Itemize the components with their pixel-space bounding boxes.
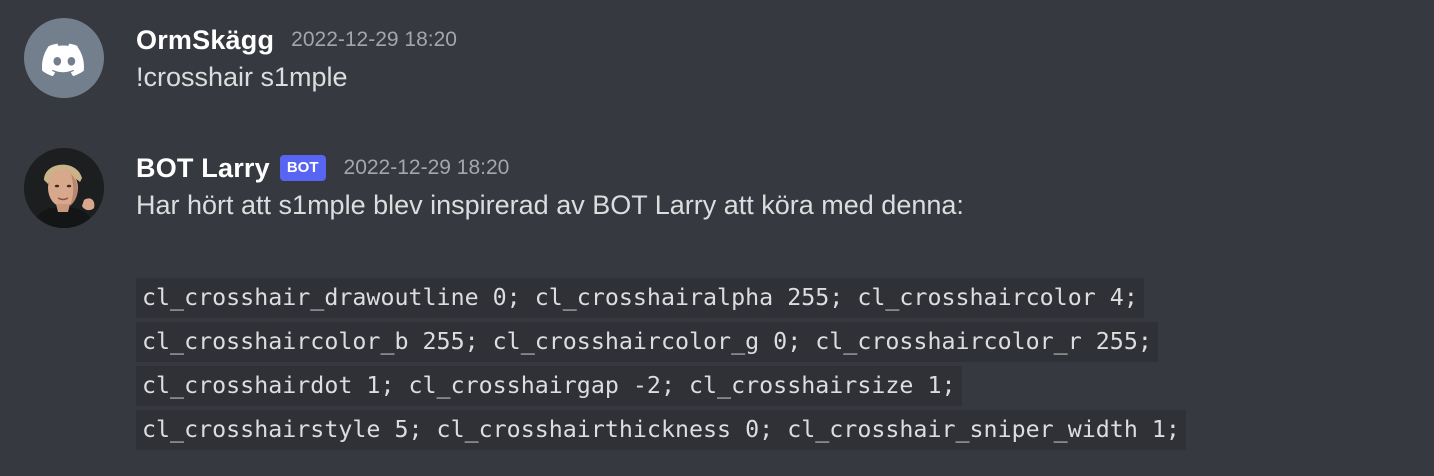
message-content: Har hört att s1mple blev inspirerad av B… xyxy=(136,190,964,220)
code-line: cl_crosshaircolor_b 255; cl_crosshaircol… xyxy=(136,322,1158,362)
message-content: !crosshair s1mple xyxy=(136,62,348,92)
timestamp[interactable]: 2022-12-29 18:20 xyxy=(291,28,457,52)
code-line: cl_crosshairdot 1; cl_crosshairgap -2; c… xyxy=(136,366,962,406)
user-photo-avatar xyxy=(24,148,104,228)
avatar[interactable] xyxy=(24,148,104,228)
message-header: BOT Larry BOT 2022-12-29 18:20 xyxy=(136,148,509,188)
bot-badge: BOT xyxy=(279,155,326,181)
message-header: OrmSkägg 2022-12-29 18:20 xyxy=(136,20,457,60)
username[interactable]: OrmSkägg xyxy=(136,25,274,56)
code-line: cl_crosshairstyle 5; cl_crosshairthickne… xyxy=(136,410,1186,450)
avatar[interactable] xyxy=(24,18,104,98)
inline-code-block: cl_crosshair_drawoutline 0; cl_crosshair… xyxy=(136,278,1186,454)
timestamp[interactable]: 2022-12-29 18:20 xyxy=(344,156,510,180)
username[interactable]: BOT Larry xyxy=(136,153,270,184)
code-line: cl_crosshair_drawoutline 0; cl_crosshair… xyxy=(136,278,1144,318)
discord-logo-icon xyxy=(41,43,84,77)
